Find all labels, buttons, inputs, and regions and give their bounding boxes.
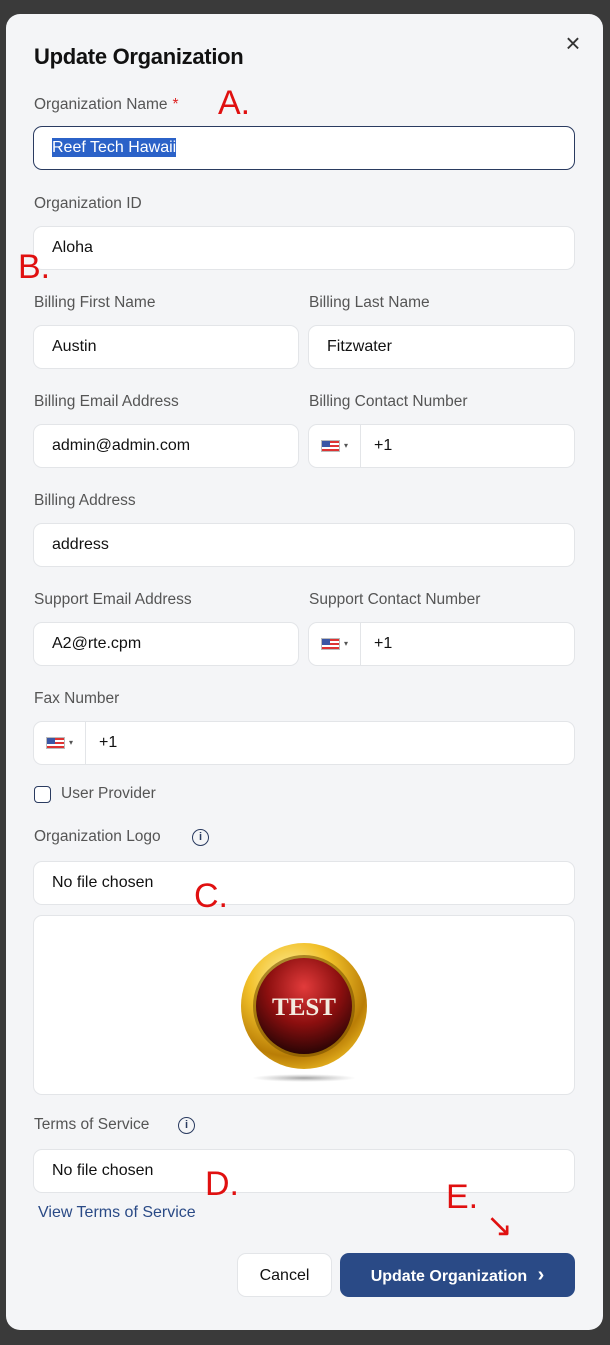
billing-first-input[interactable]: Austin (33, 325, 299, 369)
fax-input[interactable]: ▾ +1 (33, 721, 575, 765)
annotation-d: D. (205, 1165, 239, 1203)
billing-last-input[interactable]: Fitzwater (308, 325, 575, 369)
annotation-arrow-icon: ↘ (486, 1207, 513, 1243)
country-selector[interactable]: ▾ (34, 722, 86, 764)
info-icon[interactable]: i (192, 829, 209, 846)
info-icon[interactable]: i (178, 1117, 195, 1134)
billing-first-value: Austin (52, 338, 97, 355)
tos-file-input[interactable]: No file chosen (33, 1149, 575, 1193)
view-tos-link[interactable]: View Terms of Service (38, 1204, 196, 1222)
billing-address-value: address (52, 536, 109, 553)
org-id-input[interactable]: Aloha (33, 226, 575, 270)
annotation-b: B. (18, 248, 51, 286)
org-name-label: Organization Name * (34, 96, 179, 114)
us-flag-icon (320, 638, 340, 650)
support-phone-value: +1 (374, 635, 393, 652)
test-logo-image: TEST (241, 943, 367, 1082)
user-provider-label: User Provider (61, 785, 156, 802)
org-logo-file-input[interactable]: No file chosen (33, 861, 575, 905)
org-name-value: Reef Tech Hawaii (52, 138, 177, 157)
us-flag-icon (320, 440, 340, 452)
cancel-button[interactable]: Cancel (237, 1253, 332, 1297)
org-name-label-text: Organization Name (34, 96, 168, 113)
chevron-right-icon: › (537, 1264, 545, 1286)
support-email-label: Support Email Address (34, 591, 192, 608)
support-phone-label: Support Contact Number (309, 591, 481, 608)
fax-value: +1 (99, 734, 118, 751)
country-selector[interactable]: ▾ (309, 425, 361, 467)
billing-first-label: Billing First Name (34, 294, 156, 311)
required-mark: * (172, 96, 179, 113)
chevron-down-icon: ▾ (68, 738, 73, 747)
update-organization-modal: Update Organization × Organization Name *… (6, 14, 603, 1330)
org-logo-file-text: No file chosen (52, 874, 154, 891)
modal-title: Update Organization (34, 44, 244, 69)
chevron-down-icon: ▾ (343, 441, 348, 450)
country-selector[interactable]: ▾ (309, 623, 361, 665)
org-logo-preview: TEST (33, 915, 575, 1095)
update-organization-label: Update Organization (370, 1268, 528, 1285)
chevron-down-icon: ▾ (343, 639, 348, 648)
annotation-e: E. (446, 1178, 479, 1216)
user-provider-checkbox[interactable] (34, 786, 51, 803)
billing-last-value: Fitzwater (327, 338, 392, 355)
org-name-input[interactable]: Reef Tech Hawaii (33, 126, 575, 170)
support-phone-input[interactable]: ▾ +1 (308, 622, 575, 666)
billing-email-input[interactable]: admin@admin.com (33, 424, 299, 468)
logo-badge-text: TEST (272, 994, 336, 1021)
tos-file-text: No file chosen (52, 1162, 154, 1179)
billing-phone-value: +1 (374, 437, 393, 454)
us-flag-icon (45, 737, 65, 749)
close-icon[interactable]: × (562, 30, 584, 56)
support-email-value: A2@rte.cpm (52, 635, 142, 652)
billing-email-value: admin@admin.com (52, 437, 191, 454)
annotation-c: C. (194, 877, 228, 915)
org-logo-label: Organization Logo (34, 828, 161, 845)
org-id-label: Organization ID (34, 195, 142, 212)
support-email-input[interactable]: A2@rte.cpm (33, 622, 299, 666)
org-id-value: Aloha (52, 239, 93, 256)
billing-phone-input[interactable]: ▾ +1 (308, 424, 575, 468)
billing-last-label: Billing Last Name (309, 294, 430, 311)
fax-label: Fax Number (34, 690, 120, 707)
tos-label: Terms of Service (34, 1116, 150, 1133)
billing-email-label: Billing Email Address (34, 393, 179, 410)
billing-address-label: Billing Address (34, 492, 136, 509)
billing-address-input[interactable]: address (33, 523, 575, 567)
annotation-a: A. (218, 84, 251, 122)
billing-phone-label: Billing Contact Number (309, 393, 468, 410)
update-organization-button[interactable]: Update Organization › (340, 1253, 575, 1297)
